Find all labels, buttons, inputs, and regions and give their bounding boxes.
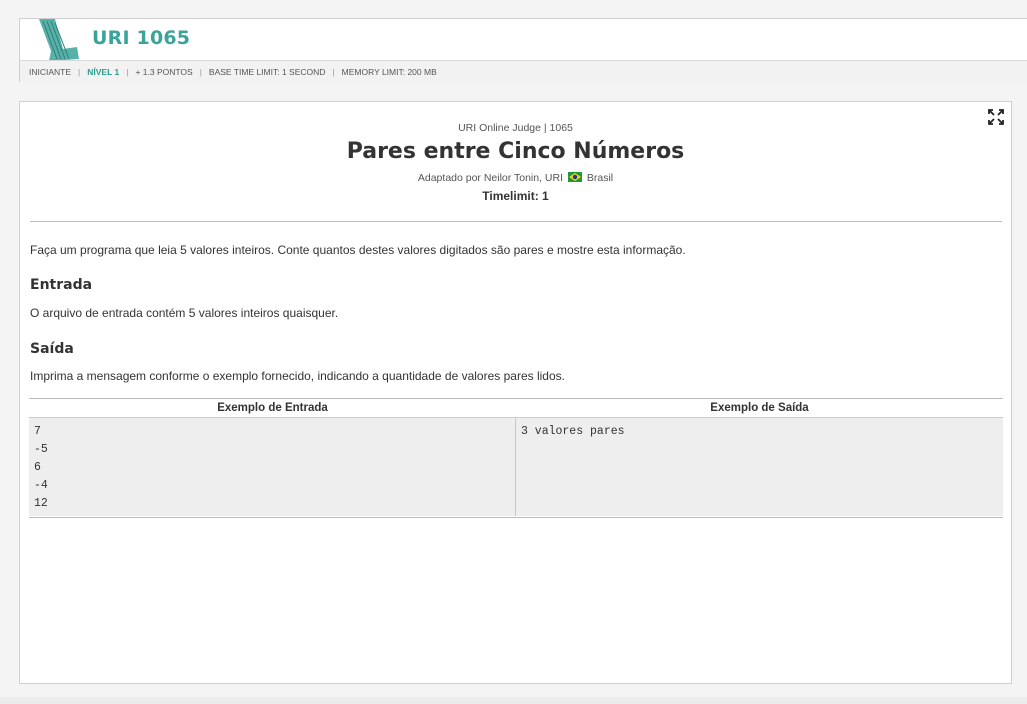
level-label[interactable]: NÍVEL 1 — [87, 67, 119, 77]
memory-limit-label: MEMORY LIMIT: 200 MB — [341, 67, 437, 77]
problem-header: URI 1065 INICIANTE | NÍVEL 1 | + 1.3 PONTOS |… — [19, 18, 1027, 82]
judge-line: URI Online Judge | 1065 — [458, 122, 573, 134]
example-input-line: 12 — [34, 497, 48, 510]
example-output-line: 3 valores pares — [521, 425, 625, 438]
timelimit: Timelimit: 1 — [482, 189, 549, 203]
category-label[interactable]: INICIANTE — [29, 67, 71, 77]
problem-code: URI 1065 — [92, 27, 191, 49]
example-input-line: -4 — [34, 479, 48, 492]
time-limit-label: BASE TIME LIMIT: 1 SECOND — [208, 67, 326, 77]
output-heading: Saída — [30, 341, 74, 357]
page-title: Pares entre Cinco Números — [346, 139, 685, 164]
brazil-flag-icon — [567, 172, 582, 182]
examples-table: Exemplo de Entrada Exemplo de Saída 7 -5… — [29, 398, 1003, 518]
example-output-header: Exemplo de Saída — [710, 402, 809, 414]
problem-info-bar: INICIANTE | NÍVEL 1 | + 1.3 PONTOS | BASE TIME… — [20, 60, 1027, 82]
points-label: + 1.3 PONTOS — [135, 67, 193, 77]
author-line: Adaptado por Neilor Tonin, URI Brasil — [20, 172, 1011, 184]
problem-statement: URI Online Judge | 1065 Pares entre Cinc… — [19, 101, 1012, 684]
author-country: Brasil — [586, 172, 614, 184]
example-input-line: 7 — [34, 425, 41, 438]
output-description: Imprima a mensagem conforme o exemplo fo… — [30, 369, 565, 383]
uri-logo-icon — [39, 19, 79, 61]
example-input[interactable]: 7 -5 6 -4 12 — [29, 417, 516, 516]
divider — [30, 221, 1002, 222]
author-text: Adaptado por Neilor Tonin, URI — [417, 172, 564, 184]
example-output[interactable]: 3 valores pares — [516, 417, 1003, 516]
page-footer-strip — [0, 697, 1027, 704]
example-input-line: 6 — [34, 461, 41, 474]
example-input-line: -5 — [34, 443, 48, 456]
problem-description: Faça um programa que leia 5 valores inte… — [30, 243, 686, 257]
input-description: O arquivo de entrada contém 5 valores in… — [30, 306, 339, 320]
example-input-header: Exemplo de Entrada — [217, 402, 328, 414]
input-heading: Entrada — [30, 277, 93, 293]
